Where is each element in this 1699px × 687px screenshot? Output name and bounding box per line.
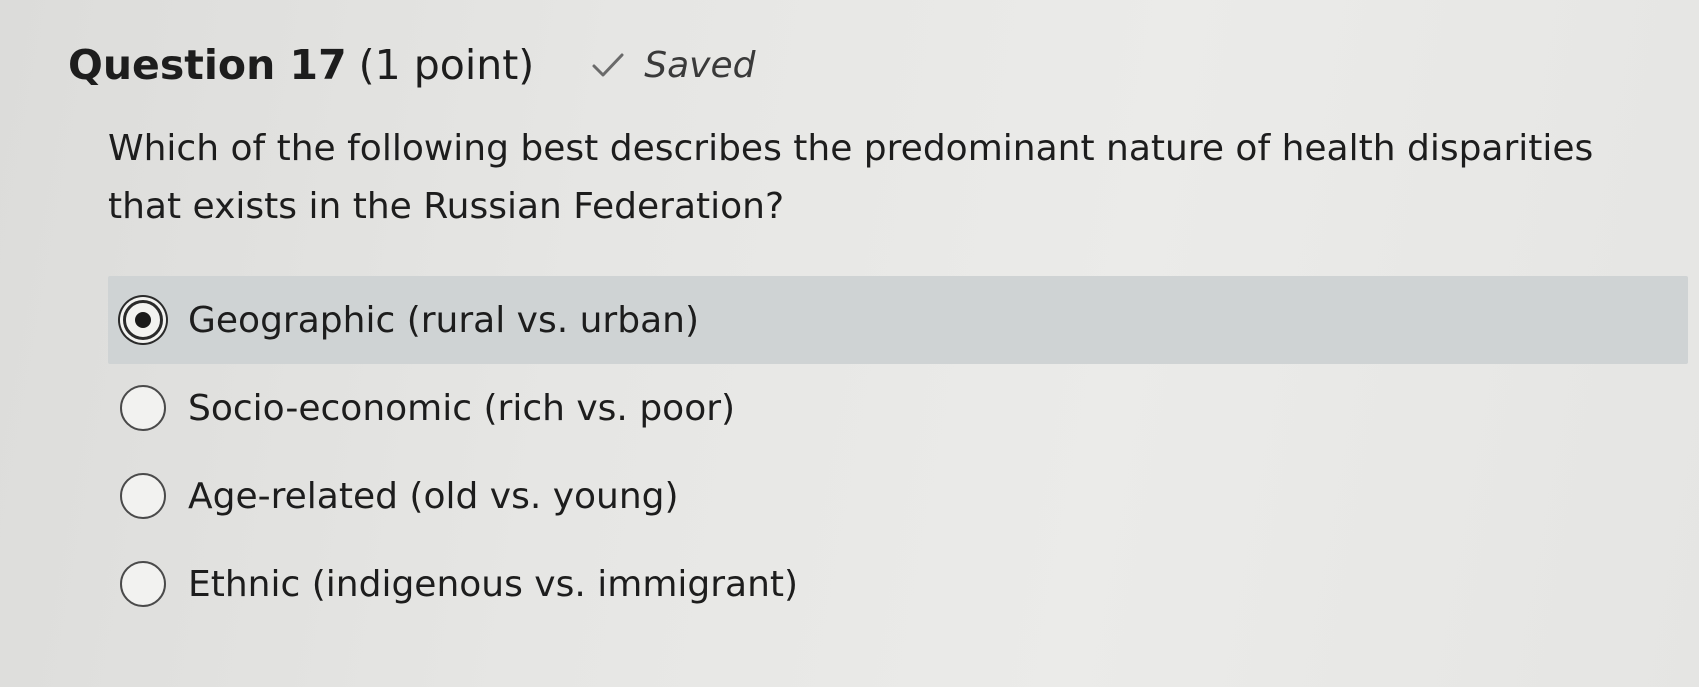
answer-option-label: Ethnic (indigenous vs. immigrant) — [188, 563, 799, 605]
answer-option-socio-economic[interactable]: Socio-economic (rich vs. poor) — [108, 364, 1688, 452]
question-title: Question 17 — [68, 41, 347, 89]
answer-option-ethnic[interactable]: Ethnic (indigenous vs. immigrant) — [108, 540, 1688, 628]
radio-button[interactable] — [120, 385, 166, 431]
question-points: (1 point) — [358, 41, 535, 89]
answer-option-age-related[interactable]: Age-related (old vs. young) — [108, 452, 1688, 540]
saved-label: Saved — [644, 44, 756, 86]
question-prompt: Which of the following best describes th… — [108, 128, 1594, 227]
radio-button[interactable] — [120, 561, 166, 607]
answer-option-label: Age-related (old vs. young) — [188, 475, 679, 517]
answer-option-label: Socio-economic (rich vs. poor) — [188, 387, 736, 429]
quiz-page: Question 17 (1 point) Saved Which of the… — [0, 0, 1699, 687]
save-status: Saved — [590, 45, 755, 86]
answer-option-geographic[interactable]: Geographic (rural vs. urban) — [108, 276, 1688, 364]
answer-options: Geographic (rural vs. urban) Socio-econo… — [108, 276, 1688, 628]
check-icon — [592, 53, 624, 77]
answer-option-label: Geographic (rural vs. urban) — [188, 299, 699, 341]
question-header: Question 17 (1 point) Saved — [68, 30, 755, 100]
radio-button-selected[interactable] — [123, 300, 163, 340]
radio-button[interactable] — [120, 473, 166, 519]
